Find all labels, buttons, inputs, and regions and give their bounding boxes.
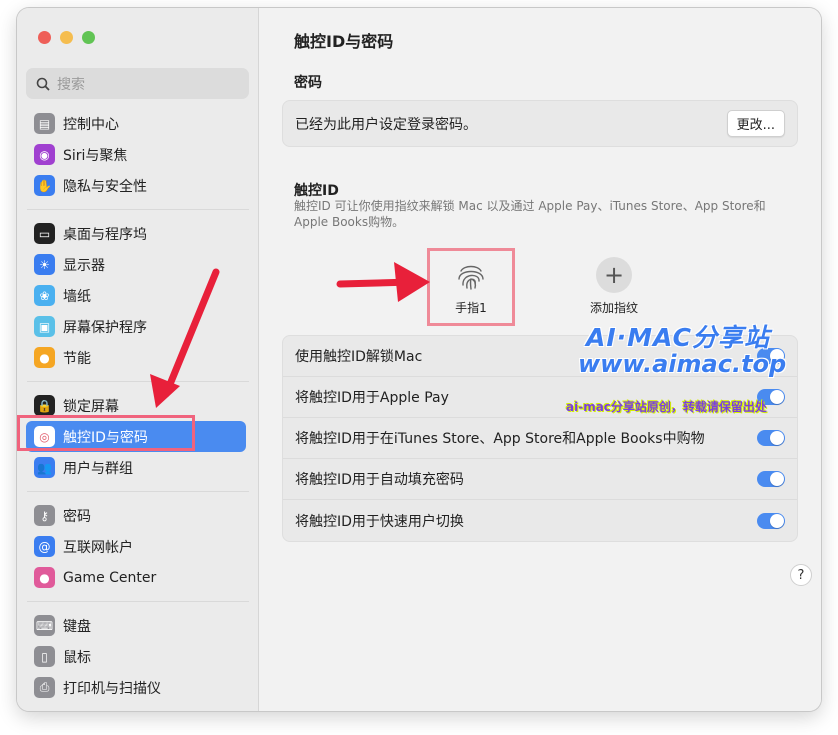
sidebar-item[interactable]: ● 节能: [26, 342, 246, 373]
add-fingerprint-label: 添加指纹: [589, 301, 638, 315]
sidebar-item-label: 控制中心: [63, 116, 119, 133]
help-button[interactable]: ?: [790, 564, 812, 586]
fingerprint-tile[interactable]: 手指1: [427, 248, 515, 326]
sidebar-item[interactable]: ◎ 触控ID与密码: [26, 421, 246, 452]
fingerprint-icon: [458, 265, 484, 290]
toggle-row: 将触控ID用于在iTunes Store、App Store和Apple Boo…: [283, 418, 797, 459]
control-center-icon: ▤: [34, 113, 55, 134]
toggle-label: 将触控ID用于在iTunes Store、App Store和Apple Boo…: [295, 431, 705, 447]
minimize-button[interactable]: [60, 31, 73, 44]
sidebar-item[interactable]: ▣ 屏幕保护程序: [26, 311, 246, 342]
touchid-description: 触控ID 可让你使用指纹来解锁 Mac 以及通过 Apple Pay、iTune…: [294, 199, 766, 229]
toggle-label: 将触控ID用于自动填充密码: [295, 472, 464, 488]
sidebar-item[interactable]: ⚷ 密码: [26, 500, 246, 531]
touchid-section-title: 触控ID: [294, 183, 339, 199]
sidebar-item[interactable]: ◉ Siri与聚焦: [26, 139, 246, 170]
sidebar-item[interactable]: 🔒 锁定屏幕: [26, 390, 246, 421]
dock-icon: ▭: [34, 223, 55, 244]
sidebar-item[interactable]: ⎙ 打印机与扫描仪: [26, 672, 246, 703]
watermark-url: www.aimac.top: [578, 350, 787, 378]
sidebar-separator: [27, 601, 249, 602]
sidebar-list: ▤ 控制中心 ◉ Siri与聚焦 ✋ 隐私与安全性 ▭ 桌面与程序坞 ☀ 显示器 ❀ 墙纸 ▣ 屏幕保护程…: [17, 108, 259, 703]
mouse-icon: ▯: [34, 646, 55, 667]
sidebar-item-label: 用户与群组: [63, 460, 133, 477]
toggle-label: 使用触控ID解锁Mac: [295, 349, 423, 365]
game-center-icon: ●: [34, 567, 55, 588]
key-icon: ⚷: [34, 505, 55, 526]
sidebar-item-label: 墙纸: [63, 288, 91, 305]
sidebar-item-label: 桌面与程序坞: [63, 226, 147, 243]
sidebar-separator: [27, 381, 249, 382]
sidebar-item[interactable]: ● Game Center: [26, 562, 246, 593]
sidebar-item-label: 节能: [63, 350, 91, 367]
sidebar-item-label: 鼠标: [63, 649, 91, 666]
search-icon: [36, 77, 50, 91]
sidebar-item[interactable]: ☀ 显示器: [26, 249, 246, 280]
users-icon: 👥: [34, 457, 55, 478]
close-button[interactable]: [38, 31, 51, 44]
password-section-title: 密码: [294, 75, 322, 91]
sidebar-item[interactable]: ✋ 隐私与安全性: [26, 170, 246, 201]
sidebar-item[interactable]: ▤ 控制中心: [26, 108, 246, 139]
siri-icon: ◉: [34, 144, 55, 165]
keyboard-icon: ⌨: [34, 615, 55, 636]
search-placeholder: 搜索: [57, 76, 85, 93]
sidebar-item[interactable]: 👥 用户与群组: [26, 452, 246, 483]
toggle-label: 将触控ID用于快速用户切换: [295, 513, 464, 530]
toggle-switch[interactable]: [757, 471, 785, 487]
watermark-notice: ai-mac分享站原创，转载请保留出处: [566, 400, 767, 414]
screensaver-icon: ▣: [34, 316, 55, 337]
hand-icon: ✋: [34, 175, 55, 196]
change-password-button[interactable]: 更改...: [726, 110, 785, 137]
sidebar-item-label: 互联网帐户: [63, 539, 133, 556]
page-title: 触控ID与密码: [294, 32, 394, 51]
printer-icon: ⎙: [34, 677, 55, 698]
sidebar-item-label: Game Center: [63, 569, 157, 586]
sidebar-separator: [27, 209, 249, 210]
display-icon: ☀: [34, 254, 55, 275]
maximize-button[interactable]: [82, 31, 95, 44]
add-fingerprint-button[interactable]: + 添加指纹: [583, 257, 645, 316]
sidebar-item-label: 密码: [63, 508, 91, 525]
sidebar-item[interactable]: @ 互联网帐户: [26, 531, 246, 562]
sidebar-item[interactable]: ❀ 墙纸: [26, 280, 246, 311]
fingerprint-icon: ◎: [34, 426, 55, 447]
sidebar: 搜索 ▤ 控制中心 ◉ Siri与聚焦 ✋ 隐私与安全性 ▭ 桌面与程序坞 ☀ 显示器 ❀ 墙纸 ▣ 屏幕…: [17, 8, 259, 711]
sidebar-item-label: 打印机与扫描仪: [63, 680, 161, 697]
sidebar-item[interactable]: ▭ 桌面与程序坞: [26, 218, 246, 249]
sidebar-item-label: 锁定屏幕: [63, 398, 119, 415]
password-status: 已经为此用户设定登录密码。: [295, 116, 477, 133]
sidebar-item[interactable]: ▯ 鼠标: [26, 641, 246, 672]
toggle-switch[interactable]: [757, 430, 785, 446]
watermark-title: AI·MAC分享站: [586, 323, 770, 352]
sidebar-item-label: 触控ID与密码: [63, 429, 148, 446]
traffic-lights: [38, 31, 95, 44]
sidebar-item[interactable]: ⌨ 键盘: [26, 610, 246, 641]
search-input[interactable]: 搜索: [26, 68, 249, 99]
wallpaper-icon: ❀: [34, 285, 55, 306]
sidebar-item-label: Siri与聚焦: [63, 147, 128, 164]
toggle-switch[interactable]: [757, 512, 785, 529]
password-card: 已经为此用户设定登录密码。 更改...: [282, 100, 798, 147]
sidebar-item-label: 键盘: [63, 618, 91, 635]
at-icon: @: [34, 536, 55, 557]
toggle-row: 将触控ID用于自动填充密码: [283, 459, 797, 500]
sidebar-item-label: 隐私与安全性: [63, 178, 147, 195]
sidebar-item-label: 屏幕保护程序: [63, 319, 147, 336]
toggle-row: 将触控ID用于快速用户切换: [283, 500, 797, 541]
fingerprint-label: 手指1: [455, 301, 487, 315]
sidebar-item-label: 显示器: [63, 257, 105, 274]
toggle-label: 将触控ID用于Apple Pay: [295, 390, 449, 406]
plus-icon: +: [596, 257, 632, 293]
sidebar-separator: [27, 491, 249, 492]
bulb-icon: ●: [34, 347, 55, 368]
lock-icon: 🔒: [34, 395, 55, 416]
